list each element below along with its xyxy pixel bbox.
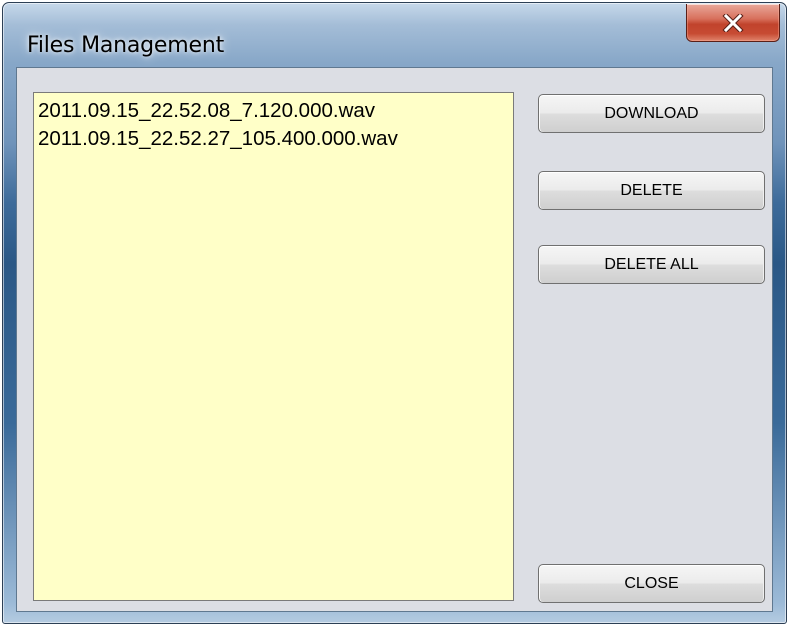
- delete-button[interactable]: DELETE: [538, 171, 765, 210]
- close-button[interactable]: CLOSE: [538, 564, 765, 603]
- dialog-body: 2011.09.15_22.52.08_7.120.000.wav 2011.0…: [16, 67, 773, 612]
- title-bar[interactable]: Files Management: [3, 3, 786, 67]
- file-list-item[interactable]: 2011.09.15_22.52.08_7.120.000.wav: [38, 97, 513, 125]
- window-close-button[interactable]: [686, 4, 780, 42]
- delete-all-button[interactable]: DELETE ALL: [538, 245, 765, 284]
- download-button[interactable]: DOWNLOAD: [538, 94, 765, 133]
- files-management-window: Files Management 2011.09.15_22.52.08_7.1…: [2, 2, 787, 624]
- close-icon: [722, 13, 744, 32]
- file-list[interactable]: 2011.09.15_22.52.08_7.120.000.wav 2011.0…: [33, 92, 514, 601]
- file-list-item[interactable]: 2011.09.15_22.52.27_105.400.000.wav: [38, 125, 513, 153]
- window-title: Files Management: [27, 33, 224, 58]
